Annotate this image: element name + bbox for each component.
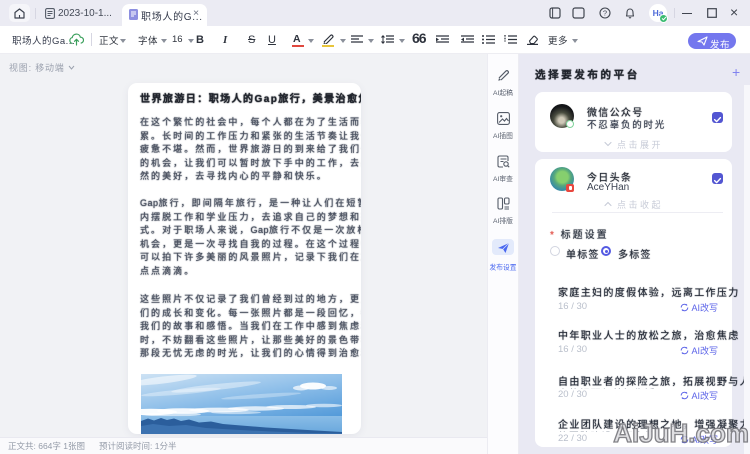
svg-text:?: ? <box>603 9 607 18</box>
